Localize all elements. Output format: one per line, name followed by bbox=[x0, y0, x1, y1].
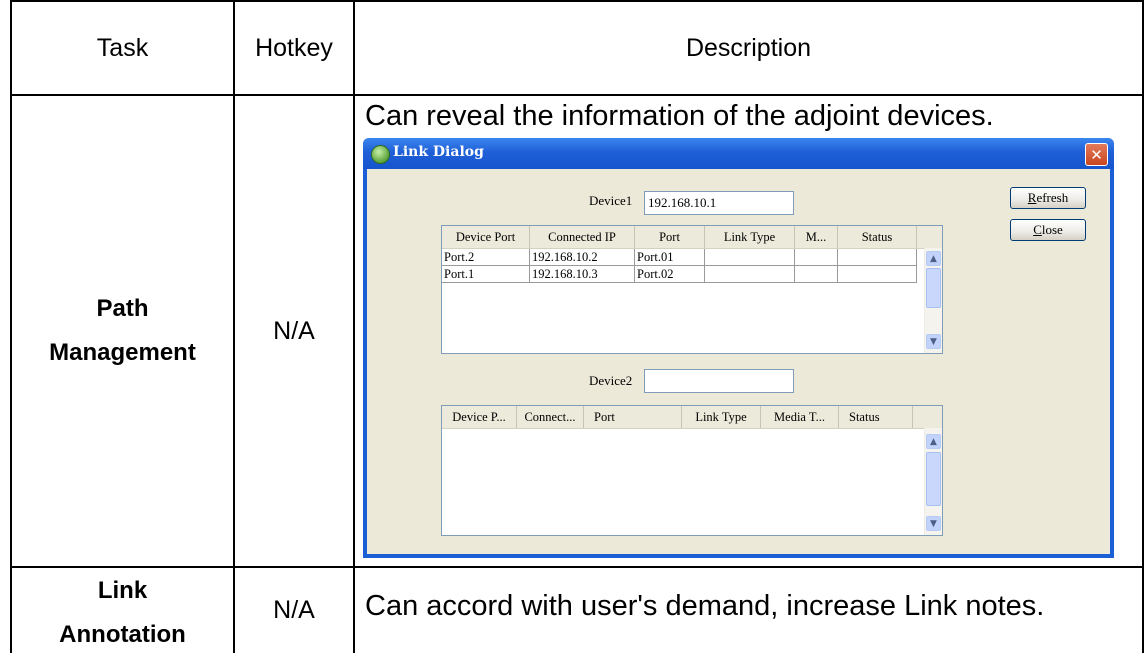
scroll-up-icon[interactable]: ▲ bbox=[926, 251, 941, 266]
device1-link-list[interactable]: Device Port Connected IP Port Link Type … bbox=[441, 225, 943, 354]
task-line2: Annotation bbox=[59, 621, 186, 648]
table-row[interactable]: Port.1 192.168.10.3 Port.02 bbox=[442, 266, 917, 283]
dialog-client-area: Device1 192.168.10.1 Refresh Close Devic… bbox=[367, 169, 1110, 554]
column-header[interactable]: Connect... bbox=[517, 406, 584, 428]
hotkey-cell: N/A bbox=[273, 596, 315, 624]
cell: 192.168.10.3 bbox=[530, 266, 635, 283]
task-cell-link-annotation: Link Annotation bbox=[12, 570, 233, 656]
description-text: Can reveal the information of the adjoin… bbox=[365, 100, 994, 132]
device1-field[interactable]: 192.168.10.1 bbox=[644, 191, 794, 215]
task-line1: Link bbox=[97, 577, 148, 604]
device2-link-list[interactable]: Device P... Connect... Port Link Type Me… bbox=[441, 405, 943, 536]
cell bbox=[705, 249, 795, 266]
scroll-up-icon[interactable]: ▲ bbox=[926, 434, 941, 449]
cell bbox=[838, 266, 917, 283]
refresh-accel: R bbox=[1027, 190, 1037, 205]
column-header[interactable]: Link Type bbox=[705, 226, 795, 248]
header-hotkey: Hotkey bbox=[255, 33, 333, 62]
task-line2: Management bbox=[49, 339, 196, 366]
device2-label: Device2 bbox=[589, 373, 633, 388]
refresh-label: efresh bbox=[1036, 190, 1069, 205]
table-border-col2 bbox=[353, 0, 355, 653]
column-header[interactable]: Device P... bbox=[442, 406, 517, 428]
dialog-titlebar[interactable]: Link Dialog ✕ bbox=[363, 138, 1114, 169]
scroll-thumb[interactable] bbox=[926, 268, 941, 308]
task-cell-path-management: Path Management bbox=[12, 96, 233, 566]
cell: Port.02 bbox=[635, 266, 705, 283]
table-border-row1 bbox=[10, 566, 1142, 568]
column-header[interactable]: Device Port bbox=[442, 226, 530, 248]
scroll-down-icon[interactable]: ▼ bbox=[926, 516, 941, 531]
cell bbox=[705, 266, 795, 283]
link-dialog: Link Dialog ✕ Device1 192.168.10.1 Refre… bbox=[363, 138, 1114, 558]
device1-label: Device1 bbox=[589, 193, 633, 208]
column-header[interactable]: Port bbox=[635, 226, 705, 248]
dialog-title: Link Dialog bbox=[393, 144, 484, 160]
column-header[interactable]: Media T... bbox=[761, 406, 839, 428]
cell bbox=[795, 249, 838, 266]
cell bbox=[795, 266, 838, 283]
cell: Port.2 bbox=[442, 249, 530, 266]
column-header[interactable]: Connected IP bbox=[530, 226, 635, 248]
task-line1: Path bbox=[96, 295, 149, 322]
close-icon[interactable]: ✕ bbox=[1085, 143, 1108, 166]
header-task: Task bbox=[96, 33, 149, 62]
header-description: Description bbox=[685, 33, 812, 62]
description-text: Can accord with user's demand, increase … bbox=[365, 590, 1045, 622]
cell: Port.01 bbox=[635, 249, 705, 266]
table-row[interactable]: Port.2 192.168.10.2 Port.01 bbox=[442, 249, 917, 266]
close-accel: C bbox=[1033, 222, 1042, 237]
app-globe-icon bbox=[371, 145, 390, 164]
refresh-button[interactable]: Refresh bbox=[1010, 187, 1086, 209]
cell bbox=[838, 249, 917, 266]
list-header: Device Port Connected IP Port Link Type … bbox=[442, 226, 942, 249]
close-button[interactable]: Close bbox=[1010, 219, 1086, 241]
list-header: Device P... Connect... Port Link Type Me… bbox=[442, 406, 942, 429]
column-header[interactable]: Port bbox=[584, 406, 682, 428]
scroll-thumb[interactable] bbox=[926, 452, 941, 506]
cell: Port.1 bbox=[442, 266, 530, 283]
hotkey-cell: N/A bbox=[273, 316, 315, 345]
device2-field[interactable] bbox=[644, 369, 794, 393]
scroll-down-icon[interactable]: ▼ bbox=[926, 334, 941, 349]
column-header[interactable]: Link Type bbox=[682, 406, 761, 428]
column-header[interactable]: Status bbox=[839, 406, 913, 428]
column-header[interactable]: M... bbox=[795, 226, 838, 248]
vertical-scrollbar[interactable]: ▲ ▼ bbox=[924, 248, 942, 353]
cell: 192.168.10.2 bbox=[530, 249, 635, 266]
column-header[interactable]: Status bbox=[838, 226, 917, 248]
vertical-scrollbar[interactable]: ▲ ▼ bbox=[924, 428, 942, 535]
close-label: lose bbox=[1041, 222, 1063, 237]
